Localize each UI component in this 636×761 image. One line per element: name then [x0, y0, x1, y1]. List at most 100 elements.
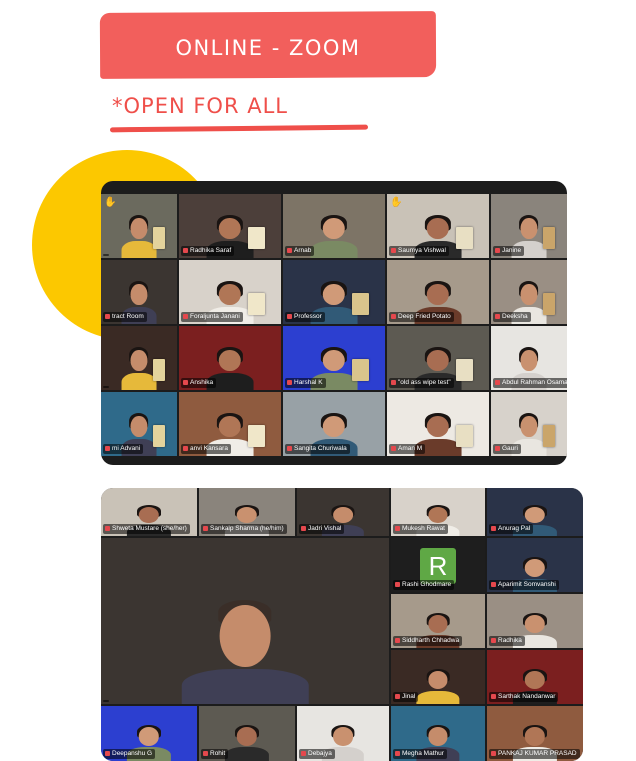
- participant-name: Gauri: [493, 444, 521, 454]
- participant-tile[interactable]: [101, 538, 389, 704]
- participant-name: Deep Fried Potato: [389, 312, 454, 322]
- participant-name: Megha Mathur: [393, 749, 447, 759]
- participant-tile[interactable]: ✋ Saumya Vishwal: [387, 194, 489, 258]
- raised-hand-icon: ✋: [104, 197, 117, 208]
- participant-name: Debajya: [299, 749, 335, 759]
- participant-name: Sankalp Sharma (he/him): [201, 524, 287, 534]
- participant-tile[interactable]: Radhika: [487, 594, 583, 648]
- book-cover: [456, 425, 473, 448]
- participant-name: [103, 254, 109, 256]
- participant-tile[interactable]: ✋: [101, 194, 177, 258]
- raised-hand-icon: ✋: [390, 197, 403, 208]
- participant-name: Foraljunta Janani: [181, 312, 243, 322]
- participant-tile[interactable]: Deeksha: [491, 260, 567, 324]
- participant-tile[interactable]: anvi Kansara: [179, 392, 281, 456]
- book-cover: [152, 227, 165, 250]
- participant-tile[interactable]: Anurag Pal: [487, 488, 583, 536]
- zoom-gallery-screenshot-2: Shweta Mustare (she/her) Sankalp Sharma (…: [101, 488, 583, 761]
- participant-name: Anurag Pal: [489, 524, 534, 534]
- participant-tile[interactable]: PANKAJ KUMAR PRASAD: [487, 706, 583, 761]
- participant-tile[interactable]: Jadri Vishal: [297, 488, 389, 536]
- participant-name: Aparimit Somvanshi: [489, 580, 559, 590]
- participant-tile[interactable]: Deepanshu G: [101, 706, 197, 761]
- book-cover: [542, 425, 555, 448]
- participant-tile[interactable]: Foraljunta Janani: [179, 260, 281, 324]
- participant-video: [310, 215, 358, 258]
- participant-tile[interactable]: "old ass wipe test": [387, 326, 489, 390]
- participant-tile[interactable]: Sankalp Sharma (he/him): [199, 488, 295, 536]
- avatar: R: [420, 547, 456, 584]
- participant-name: Harshal K: [285, 378, 326, 388]
- participant-name: Anshika: [181, 378, 217, 388]
- participant-name: Jadri Vishal: [299, 524, 345, 534]
- participant-name: Radhika Saraf: [181, 246, 235, 256]
- participant-tile[interactable]: Rohit: [199, 706, 295, 761]
- participant-tile[interactable]: Janine: [491, 194, 567, 258]
- participant-video: [224, 725, 270, 761]
- participant-name: mi Advani: [103, 444, 144, 454]
- participant-name: Deepanshu G: [103, 749, 156, 759]
- participant-name: Janine: [493, 246, 525, 256]
- participant-name: Aman M: [389, 444, 426, 454]
- participant-video: [121, 215, 157, 258]
- participant-name: Deeksha: [493, 312, 531, 322]
- participant-tile[interactable]: R Rashi Ghodmare: [391, 538, 485, 592]
- participant-name: Saumya Vishwal: [389, 246, 449, 256]
- participant-name: anvi Kansara: [181, 444, 231, 454]
- participant-name: Sarthak Nandanwar: [489, 692, 559, 702]
- book-cover: [248, 227, 265, 250]
- zoom-gallery-screenshot-1: ✋ Radhika Saraf Arnab ✋ Saumya Vishwal Janine…: [101, 181, 567, 465]
- participant-name: Sangita Churiwala: [285, 444, 350, 454]
- participant-tile[interactable]: Aparimit Somvanshi: [487, 538, 583, 592]
- participant-name: Jinal: [393, 692, 419, 702]
- participant-tile[interactable]: [101, 326, 177, 390]
- participant-name: Rashi Ghodmare: [393, 580, 455, 590]
- participant-tile[interactable]: Siddharth Chhadwa: [391, 594, 485, 648]
- underline-stroke: [109, 124, 369, 133]
- participant-tile[interactable]: Gauri: [491, 392, 567, 456]
- book-cover: [542, 227, 555, 250]
- participant-tile[interactable]: Shweta Mustare (she/her): [101, 488, 197, 536]
- participant-name: [103, 386, 109, 388]
- participant-tile[interactable]: Anshika: [179, 326, 281, 390]
- participant-name: [103, 700, 109, 702]
- participant-name: Rohit: [201, 749, 229, 759]
- participant-name: "old ass wipe test": [389, 378, 454, 388]
- participant-tile[interactable]: mi Advani: [101, 392, 177, 456]
- participant-name: Mukesh Rawat: [393, 524, 448, 534]
- participant-name: Shweta Mustare (she/her): [103, 524, 190, 534]
- participant-tile[interactable]: Abdul Rahman Osama: [491, 326, 567, 390]
- participant-name: Arnab: [285, 246, 315, 256]
- participant-video: [179, 590, 311, 704]
- participant-tile[interactable]: Sangita Churiwala: [283, 392, 385, 456]
- participant-tile[interactable]: Jinal: [391, 650, 485, 704]
- book-cover: [352, 293, 369, 316]
- participant-name: tract Room: [103, 312, 147, 322]
- participant-tile[interactable]: Harshal K: [283, 326, 385, 390]
- banner-title: ONLINE - ZOOM: [175, 36, 361, 60]
- participant-tile[interactable]: Debajya: [297, 706, 389, 761]
- participant-name: Siddharth Chhadwa: [393, 636, 463, 646]
- participant-tile[interactable]: Megha Mathur: [391, 706, 485, 761]
- participant-video: [121, 347, 157, 390]
- participant-name: PANKAJ KUMAR PRASAD: [489, 749, 580, 759]
- book-cover: [152, 359, 165, 382]
- participant-tile[interactable]: Deep Fried Potato: [387, 260, 489, 324]
- participant-tile[interactable]: tract Room: [101, 260, 177, 324]
- participant-tile[interactable]: Sarthak Nandanwar: [487, 650, 583, 704]
- book-cover: [456, 359, 473, 382]
- participant-tile[interactable]: Radhika Saraf: [179, 194, 281, 258]
- participant-tile[interactable]: Professor: [283, 260, 385, 324]
- participant-tile[interactable]: Aman M: [387, 392, 489, 456]
- participant-video: [416, 668, 460, 704]
- book-cover: [248, 293, 265, 316]
- participant-name: Abdul Rahman Osama: [493, 378, 567, 388]
- participant-name: Professor: [285, 312, 325, 322]
- participant-tile[interactable]: Arnab: [283, 194, 385, 258]
- participant-name: Radhika: [489, 636, 525, 646]
- book-cover: [542, 293, 555, 316]
- book-cover: [248, 425, 265, 448]
- participant-tile[interactable]: Mukesh Rawat: [391, 488, 485, 536]
- book-cover: [456, 227, 473, 250]
- open-for-all-label: *OPEN FOR ALL: [112, 94, 288, 118]
